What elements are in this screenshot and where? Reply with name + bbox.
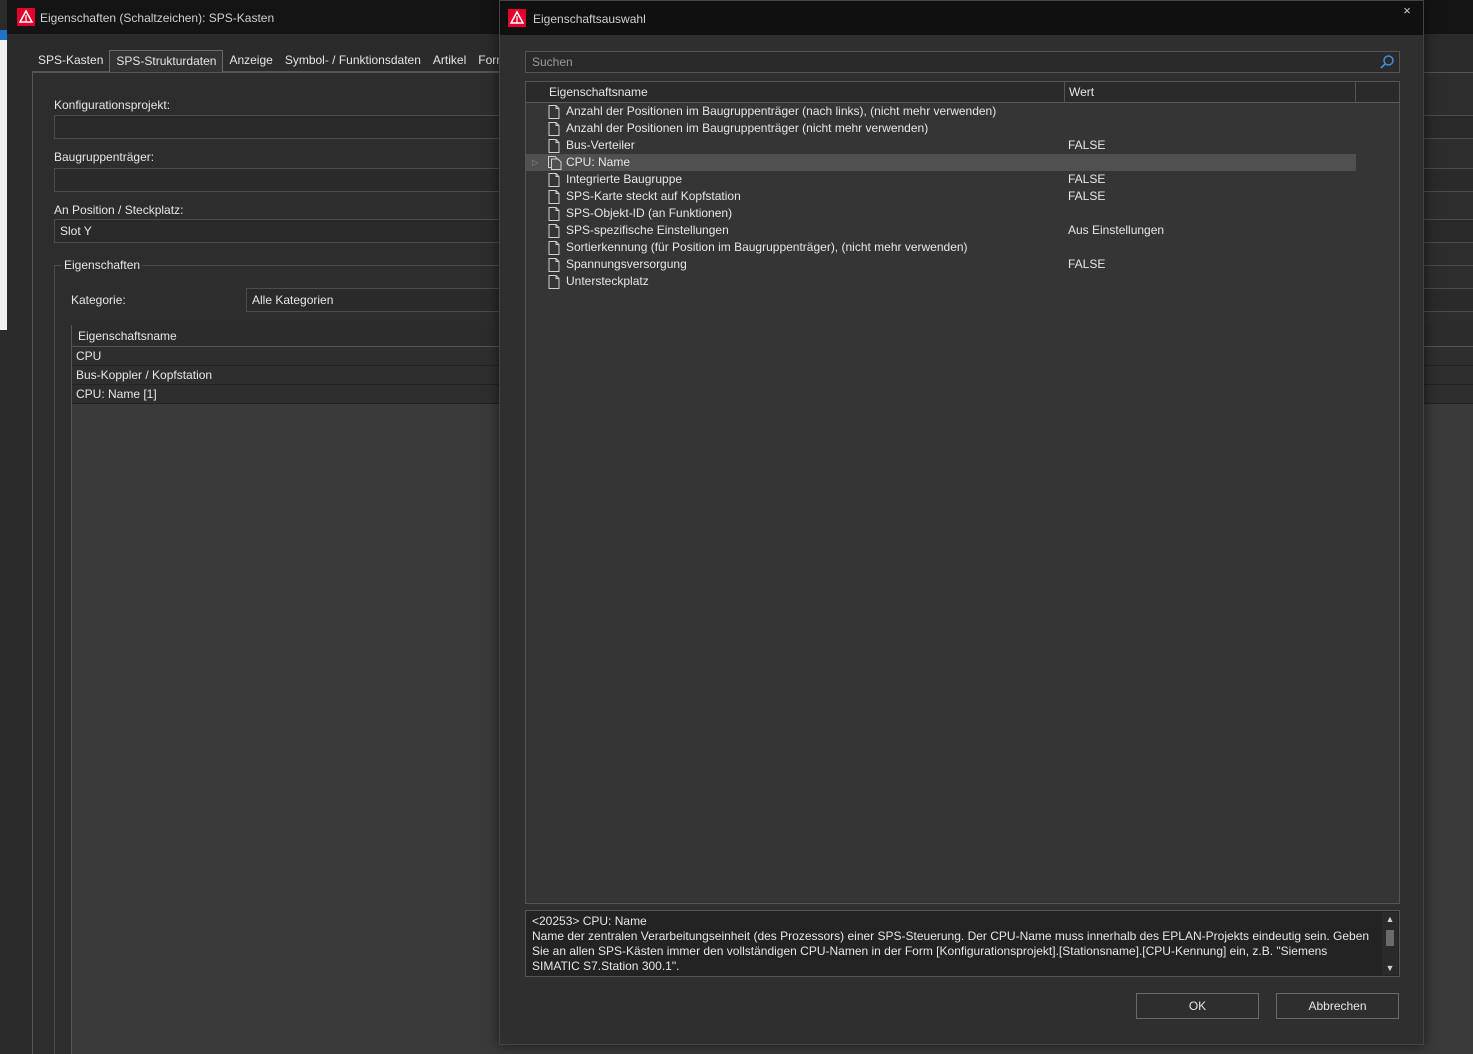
dialog-title: Eigenschaftsauswahl: [533, 12, 646, 26]
tab-sps-strukturdaten[interactable]: SPS-Strukturdaten: [109, 50, 224, 72]
document-icon: [548, 122, 560, 136]
property-list-header: Eigenschaftsname Wert: [526, 82, 1399, 103]
konfigurationsprojekt-label: Konfigurationsprojekt:: [54, 98, 171, 112]
property-name: Anzahl der Positionen im Baugruppenträge…: [566, 121, 929, 135]
scroll-down-icon[interactable]: ▼: [1385, 963, 1395, 973]
properties-window-title: Eigenschaften (Schaltzeichen): SPS-Kaste…: [40, 11, 275, 25]
scroll-thumb[interactable]: [1386, 930, 1394, 946]
list-item[interactable]: Bus-Verteiler FALSE: [526, 137, 1356, 154]
list-item[interactable]: SPS-Objekt-ID (an Funktionen): [526, 205, 1356, 222]
property-name: Spannungsversorgung: [566, 257, 687, 271]
property-name: Integrierte Baugruppe: [566, 172, 683, 186]
tab-sps-kasten[interactable]: SPS-Kasten: [32, 50, 110, 72]
property-value: FALSE: [1068, 189, 1106, 203]
app-logo-icon: [17, 8, 35, 26]
properties-tabs: SPS-Kasten SPS-Strukturdaten Anzeige Sym…: [32, 50, 513, 72]
document-icon: [548, 105, 560, 119]
document-icon: [548, 258, 560, 272]
edge-window-fragment: [0, 40, 7, 330]
property-name: Anzahl der Positionen im Baugruppenträge…: [566, 104, 997, 118]
ok-button[interactable]: OK: [1136, 993, 1259, 1019]
properties-group-legend: Eigenschaften: [62, 258, 143, 272]
document-icon: [548, 190, 560, 204]
list-item[interactable]: SPS-spezifische Einstellungen Aus Einstel…: [526, 222, 1356, 239]
scroll-up-icon[interactable]: ▲: [1385, 914, 1395, 924]
left-edge-strip: [0, 0, 7, 1054]
document-icon: [548, 139, 560, 153]
position-label: An Position / Steckplatz:: [54, 203, 184, 217]
property-name: SPS-Karte steckt auf Kopfstation: [566, 189, 741, 203]
list-item[interactable]: Untersteckplatz: [526, 273, 1356, 290]
property-name: Untersteckplatz: [566, 274, 649, 288]
property-name: CPU: Name: [566, 155, 631, 169]
tab-artikel[interactable]: Artikel: [426, 50, 473, 72]
baugruppentraeger-label: Baugruppenträger:: [54, 150, 155, 164]
document-icon: [548, 275, 560, 289]
list-item[interactable]: Anzahl der Positionen im Baugruppenträge…: [526, 103, 1356, 120]
document-icon: [548, 241, 560, 255]
description-scrollbar[interactable]: ▲ ▼: [1382, 912, 1398, 975]
list-item[interactable]: Sortierkennung (für Position im Baugrupp…: [526, 239, 1356, 256]
list-item[interactable]: Integrierte Baugruppe FALSE: [526, 171, 1356, 188]
document-icon: [548, 207, 560, 221]
property-value: Aus Einstellungen: [1068, 223, 1165, 237]
search-box: [525, 51, 1400, 73]
list-item[interactable]: Anzahl der Positionen im Baugruppenträge…: [526, 120, 1356, 137]
property-list: Eigenschaftsname Wert Anzahl der Positio…: [525, 81, 1400, 904]
property-selection-dialog: Eigenschaftsauswahl × Eigenschaftsname W…: [499, 0, 1424, 1045]
multi-document-icon: [548, 156, 562, 170]
search-input[interactable]: [526, 52, 1371, 72]
property-name: SPS-spezifische Einstellungen: [566, 223, 729, 237]
document-icon: [548, 173, 560, 187]
search-icon[interactable]: [1379, 54, 1395, 70]
property-name: Sortierkennung (für Position im Baugrupp…: [566, 240, 968, 254]
kategorie-label: Kategorie:: [71, 293, 126, 307]
property-list-rows: Anzahl der Positionen im Baugruppenträge…: [526, 103, 1399, 290]
tab-symbol-funktionsdaten[interactable]: Symbol- / Funktionsdaten: [278, 50, 427, 72]
list-item[interactable]: SPS-Karte steckt auf Kopfstation FALSE: [526, 188, 1356, 205]
expand-arrow-icon[interactable]: ▷: [532, 154, 538, 171]
column-header-value[interactable]: Wert: [1065, 82, 1356, 103]
cancel-button[interactable]: Abbrechen: [1276, 993, 1399, 1019]
property-value: FALSE: [1068, 172, 1106, 186]
close-icon[interactable]: ×: [1400, 4, 1414, 18]
property-value: FALSE: [1068, 257, 1106, 271]
property-name: SPS-Objekt-ID (an Funktionen): [566, 206, 733, 220]
description-text: Name der zentralen Verarbeitungseinheit …: [532, 929, 1370, 973]
app-logo-icon: [508, 9, 526, 27]
list-item[interactable]: Spannungsversorgung FALSE: [526, 256, 1356, 273]
list-item[interactable]: ▷ CPU: Name: [526, 154, 1356, 171]
tab-anzeige[interactable]: Anzeige: [223, 50, 279, 72]
description-box: <20253> CPU: Name Name der zentralen Ver…: [525, 910, 1400, 977]
document-icon: [548, 224, 560, 238]
property-value: FALSE: [1068, 138, 1106, 152]
dialog-titlebar: Eigenschaftsauswahl ×: [500, 1, 1423, 35]
description-heading: <20253> CPU: Name: [532, 914, 647, 928]
column-header-name[interactable]: Eigenschaftsname: [545, 82, 1065, 103]
property-name: Bus-Verteiler: [566, 138, 635, 152]
